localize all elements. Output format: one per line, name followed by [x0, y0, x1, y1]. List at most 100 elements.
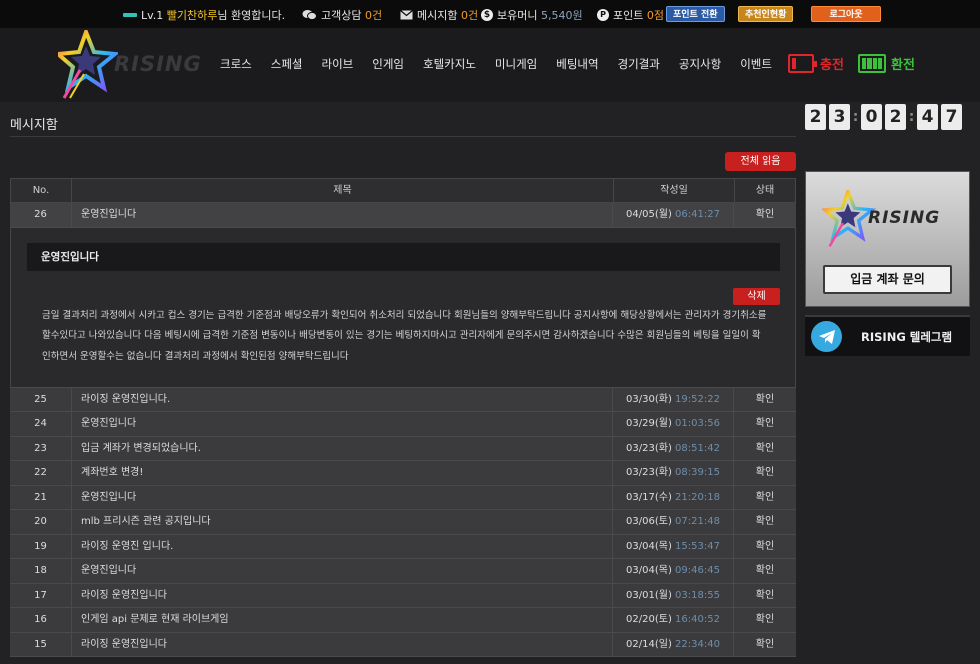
table-row[interactable]: 21 운영진입니다 03/17(수) 21:20:18 확인 — [10, 485, 796, 510]
table-row[interactable]: 18 운영진입니다 03/04(목) 09:46:45 확인 — [10, 559, 796, 584]
row-title[interactable]: mlb 프리시즌 관련 공지입니다 — [71, 510, 613, 534]
point-icon: P — [597, 9, 609, 21]
row-title[interactable]: 인게임 api 문제로 현재 라이브게임 — [71, 608, 613, 632]
row-state: 확인 — [755, 565, 775, 576]
row-date: 02/20(토) 16:40:52 — [613, 608, 734, 632]
row-no: 16 — [34, 614, 47, 625]
col-no: No. — [11, 179, 72, 202]
row-state: 확인 — [755, 516, 775, 527]
table-row[interactable]: 24 운영진입니다 03/29(월) 01:03:56 확인 — [10, 412, 796, 437]
read-all-button[interactable]: 전체 읽음 — [725, 152, 796, 171]
clock-digit: 4 — [917, 104, 938, 130]
message-box-link[interactable]: 메시지함 0건 — [400, 7, 478, 23]
table-row[interactable]: 23 입금 계좌가 변경되었습니다. 03/23(화) 08:51:42 확인 — [10, 436, 796, 461]
row-date: 02/14(일) 22:34:40 — [613, 632, 734, 656]
row-date: 03/04(목) 09:46:45 — [613, 559, 734, 583]
digital-clock: 2 3 : 0 2 : 4 7 — [805, 104, 970, 130]
nav-item-hotel-casino[interactable]: 호텔카지노 — [423, 56, 476, 72]
table-row[interactable]: 16 인게임 api 문제로 현재 라이브게임 02/20(토) 16:40:52 확… — [10, 608, 796, 633]
money-value: 5,540원 — [540, 9, 583, 22]
clock-separator: : — [908, 109, 915, 125]
row-no: 15 — [34, 638, 47, 650]
row-date: 03/01(월) 03:18:55 — [613, 583, 734, 607]
nav-item-results[interactable]: 경기결과 — [618, 56, 660, 72]
deposit-account-banner[interactable]: RISING 입금 계좌 문의 — [805, 171, 970, 307]
row-date: 03/23(화) 08:39:15 — [613, 461, 734, 485]
row-title[interactable]: 운영진입니다 — [71, 203, 613, 227]
point-convert-button[interactable]: 포인트 전환 — [666, 6, 725, 22]
table-header: No. 제목 작성일 상태 — [10, 178, 796, 203]
col-state: 상태 — [755, 185, 775, 196]
clock-digit: 0 — [861, 104, 882, 130]
telegram-banner[interactable]: RISING 텔레그램 — [805, 315, 970, 356]
row-state: 확인 — [755, 589, 775, 601]
nav-item-cross[interactable]: 크로스 — [220, 56, 252, 72]
row-title[interactable]: 라이징 운영진입니다 — [71, 632, 613, 656]
row-date: 03/30(화) 19:52:22 — [613, 387, 734, 411]
charge-button[interactable]: 충전 — [788, 54, 844, 73]
row-no: 21 — [34, 491, 47, 503]
row-title[interactable]: 운영진입니다 — [71, 559, 613, 583]
col-title: 제목 — [72, 179, 614, 202]
row-state: 확인 — [755, 209, 775, 220]
page-title: 메시지함 — [10, 118, 58, 133]
recommend-status-button[interactable]: 추천인현황 — [738, 6, 794, 22]
table-row-open[interactable]: 26 운영진입니다 04/05(월) 06:41:27 확인 — [10, 203, 796, 228]
logout-button[interactable]: 로그아웃 — [811, 6, 881, 22]
row-title[interactable]: 운영진입니다 — [71, 485, 613, 509]
delete-button[interactable]: 삭제 — [733, 287, 780, 305]
nav-item-live[interactable]: 라이브 — [322, 56, 354, 72]
row-state: 확인 — [755, 467, 775, 478]
exchange-button[interactable]: 환전 — [858, 54, 915, 73]
title-divider — [10, 136, 796, 137]
top-bar: Lv.1 빨기찬하루 님 환영합니다. 고객상담 0건 메시지함 0건 $ 보유머… — [0, 0, 980, 28]
site-logo[interactable]: RISING — [58, 30, 213, 100]
user-greeting: Lv.1 빨기찬하루 님 환영합니다. — [123, 7, 285, 23]
level-bar-icon — [123, 13, 137, 17]
deposit-inquiry-button[interactable]: 입금 계좌 문의 — [823, 265, 952, 294]
row-title[interactable]: 라이징 운영진입니다. — [71, 387, 613, 411]
row-no: 24 — [34, 418, 47, 429]
row-no: 18 — [34, 565, 47, 576]
row-date: 03/04(목) 15:53:47 — [613, 534, 734, 558]
row-state: 확인 — [755, 638, 775, 650]
welcome-text: 님 환영합니다. — [217, 9, 286, 22]
row-title[interactable]: 운영진입니다 — [71, 412, 613, 436]
nav-item-minigame[interactable]: 미니게임 — [495, 56, 537, 72]
row-title[interactable]: 입금 계좌가 변경되었습니다. — [71, 436, 613, 460]
row-date: 03/17(수) 21:20:18 — [613, 485, 734, 509]
row-no: 23 — [34, 442, 47, 454]
nav-item-bet-history[interactable]: 베팅내역 — [556, 56, 598, 72]
table-row[interactable]: 15 라이징 운영진입니다 02/14(일) 22:34:40 확인 — [10, 632, 796, 657]
table-row[interactable]: 19 라이징 운영진 입니다. 03/04(목) 15:53:47 확인 — [10, 534, 796, 559]
row-no: 19 — [34, 540, 47, 552]
table-row[interactable]: 17 라이징 운영진입니다 03/01(월) 03:18:55 확인 — [10, 583, 796, 608]
customer-support-link[interactable]: 고객상담 0건 — [302, 7, 382, 23]
money-label: 보유머니 — [497, 9, 538, 22]
battery-full-icon — [858, 54, 886, 73]
table-row[interactable]: 25 라이징 운영진입니다. 03/30(화) 19:52:22 확인 — [10, 387, 796, 412]
message-table: No. 제목 작성일 상태 26 운영진입니다 04/05(월) 06:41:2… — [10, 178, 796, 657]
table-row[interactable]: 20 mlb 프리시즌 관련 공지입니다 03/06(토) 07:21:48 확인 — [10, 510, 796, 535]
row-state: 확인 — [755, 491, 775, 503]
row-no: 20 — [34, 516, 47, 527]
nav-item-notice[interactable]: 공지사항 — [679, 56, 721, 72]
table-row[interactable]: 22 계좌번호 변경! 03/23(화) 08:39:15 확인 — [10, 461, 796, 486]
row-date: 04/05(월) 06:41:27 — [613, 203, 734, 227]
row-title[interactable]: 계좌번호 변경! — [71, 461, 613, 485]
row-title[interactable]: 라이징 운영진입니다 — [71, 583, 613, 607]
nav-item-event[interactable]: 이벤트 — [740, 56, 772, 72]
clock-digit: 2 — [805, 104, 826, 130]
chat-icon — [302, 10, 317, 21]
clock-digit: 2 — [885, 104, 906, 130]
row-title[interactable]: 라이징 운영진 입니다. — [71, 534, 613, 558]
battery-empty-icon — [788, 54, 817, 73]
nav-item-ingame[interactable]: 인게임 — [372, 56, 404, 72]
main-header: RISING 크로스 스페셜 라이브 인게임 호텔카지노 미니게임 베팅내역 경… — [0, 28, 980, 102]
row-no: 25 — [34, 393, 47, 405]
point-value: 0점 — [646, 9, 664, 22]
point-label: 포인트 — [613, 9, 644, 22]
row-state: 확인 — [755, 614, 775, 625]
user-level: Lv.1 — [141, 8, 164, 22]
nav-item-special[interactable]: 스페셜 — [271, 56, 303, 72]
